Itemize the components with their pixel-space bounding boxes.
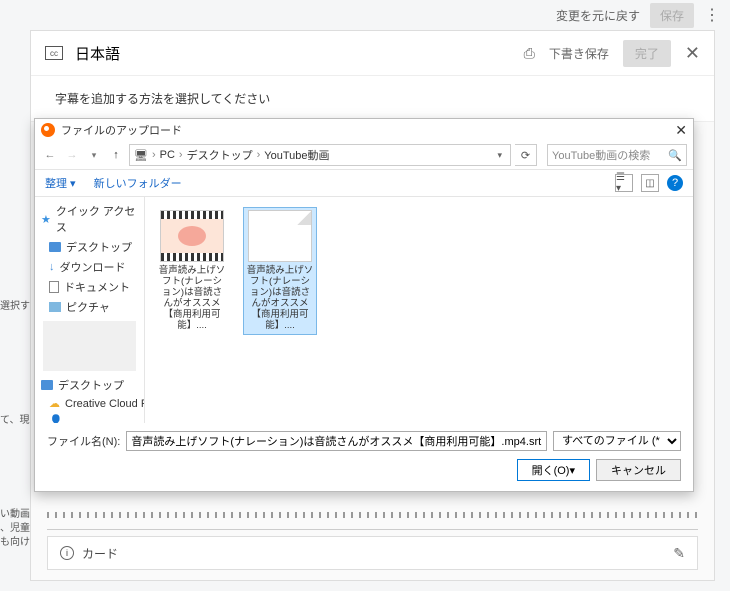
breadcrumb-pc[interactable]: PC <box>160 149 175 161</box>
file-thumbnail <box>248 210 312 262</box>
undo-changes-link[interactable]: 変更を元に戻す <box>556 7 640 24</box>
sidebar-item-pictures[interactable]: ピクチャ <box>35 297 144 317</box>
dialog-title: ファイルのアップロード <box>61 122 182 138</box>
info-icon: i <box>60 546 74 560</box>
video-thumbnail <box>160 210 224 262</box>
nav-sidebar: ★クイック アクセス デスクトップ ↓ダウンロード ドキュメント ピクチャ デス… <box>35 197 145 423</box>
organize-menu[interactable]: 整理 ▾ <box>45 175 76 191</box>
panel-title: 日本語 <box>75 43 524 64</box>
file-upload-dialog: ファイルのアップロード ✕ ← → ▾ ↑ 🖥 › PC › デスクトップ › … <box>34 118 694 492</box>
draft-save-link[interactable]: 下書き保存 <box>549 45 609 62</box>
cancel-button[interactable]: キャンセル <box>596 459 681 481</box>
subtitle-method-prompt: 字幕を追加する方法を選択してください <box>31 76 714 122</box>
nav-recent-icon[interactable]: ▾ <box>85 146 103 164</box>
card-row[interactable]: i カード ✎ <box>47 536 698 570</box>
monitor-icon: 🖥 <box>134 149 148 162</box>
more-menu-icon[interactable]: ⋮ <box>704 5 720 25</box>
file-item-srt[interactable]: 音声読み上げソフト(ナレーション)は音読さんがオススメ【商用利用可能】.... <box>243 207 317 335</box>
breadcrumb-dropdown-icon[interactable]: ▾ <box>493 150 506 161</box>
sidebar-desktop-section[interactable]: デスクトップ <box>35 375 144 395</box>
edit-icon[interactable]: ✎ <box>673 545 685 562</box>
bookmark-icon[interactable]: ⎙ <box>524 45 535 62</box>
search-icon: 🔍 <box>668 149 682 162</box>
audio-waveform[interactable] <box>47 500 698 530</box>
sidebar-item-desktop[interactable]: デスクトップ <box>35 237 144 257</box>
file-type-select[interactable]: すべてのファイル (*.*) <box>553 431 681 451</box>
filename-label: ファイル名(N): <box>47 433 120 449</box>
panel-close-icon[interactable]: ✕ <box>685 43 700 64</box>
nav-up-icon[interactable]: ↑ <box>107 146 125 164</box>
open-button[interactable]: 開く(O) ▾ <box>517 459 590 481</box>
sidebar-item-documents[interactable]: ドキュメント <box>35 277 144 297</box>
dialog-close-icon[interactable]: ✕ <box>675 122 687 139</box>
subtitles-icon: cc <box>45 46 63 60</box>
view-mode-button[interactable]: ☰ ▾ <box>615 174 633 192</box>
sidebar-item-ccf[interactable]: ☁Creative Cloud F <box>35 395 144 412</box>
sidebar-preview-pane <box>43 321 136 371</box>
file-item-video[interactable]: 音声読み上げソフト(ナレーション)は音読さんがオススメ【商用利用可能】.... <box>155 207 229 335</box>
breadcrumb-desktop[interactable]: デスクトップ <box>187 147 253 163</box>
refresh-icon[interactable]: ⟳ <box>515 144 537 166</box>
card-label: カード <box>82 545 118 562</box>
nav-forward-icon: → <box>63 146 81 164</box>
preview-pane-button[interactable]: ◫ <box>641 174 659 192</box>
save-button: 保存 <box>650 3 694 28</box>
sidebar-item-user[interactable]: 👤 <box>35 412 144 423</box>
filename-input[interactable] <box>126 431 547 451</box>
help-icon[interactable]: ? <box>667 175 683 191</box>
search-placeholder: YouTube動画の検索 <box>552 147 650 163</box>
truncated-left-text: 選択す て、現 い動画 、児童 も向け <box>0 300 30 550</box>
done-button: 完了 <box>623 40 671 67</box>
sidebar-quick-access[interactable]: ★クイック アクセス <box>35 201 144 237</box>
nav-back-icon[interactable]: ← <box>41 146 59 164</box>
file-name: 音声読み上げソフト(ナレーション)は音読さんがオススメ【商用利用可能】.... <box>246 266 314 332</box>
file-name: 音声読み上げソフト(ナレーション)は音読さんがオススメ【商用利用可能】.... <box>158 266 226 332</box>
file-list[interactable]: 音声読み上げソフト(ナレーション)は音読さんがオススメ【商用利用可能】.... … <box>145 197 693 423</box>
folder-search-input[interactable]: YouTube動画の検索 🔍 <box>547 144 687 166</box>
sidebar-item-downloads[interactable]: ↓ダウンロード <box>35 257 144 277</box>
new-folder-button[interactable]: 新しいフォルダー <box>94 175 182 191</box>
breadcrumb[interactable]: 🖥 › PC › デスクトップ › YouTube動画 ▾ <box>129 144 511 166</box>
firefox-icon <box>41 123 55 137</box>
breadcrumb-current[interactable]: YouTube動画 <box>264 147 329 163</box>
